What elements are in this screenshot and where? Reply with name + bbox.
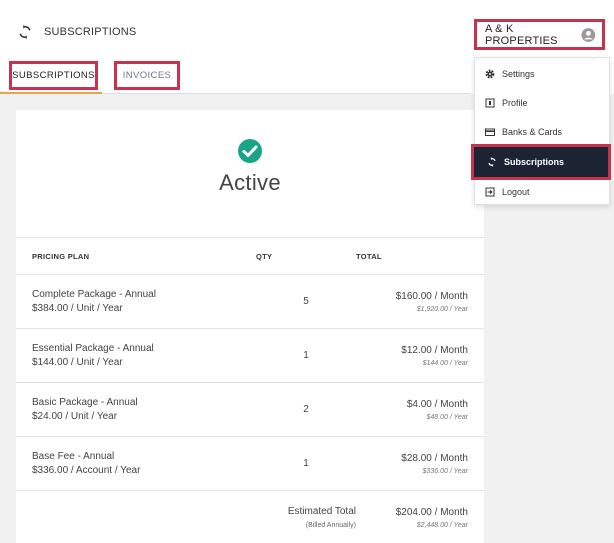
- yearly-total: $1,920.00 / Year: [416, 305, 468, 313]
- total-cell: $12.00 / Month $144.00 / Year: [356, 328, 484, 383]
- account-name: A & K PROPERTIES: [485, 22, 558, 47]
- menu-item-label: Subscriptions: [504, 157, 565, 167]
- pricing-table: PRICING PLAN QTY TOTAL Complete Package …: [16, 237, 484, 543]
- card-icon: [485, 128, 495, 136]
- plan-cell: Complete Package - Annual $384.00 / Unit…: [16, 274, 256, 329]
- yearly-total: $48.00 / Year: [426, 413, 468, 421]
- column-header-qty: QTY: [256, 237, 356, 275]
- table-row: Base Fee - Annual $336.00 / Account / Ye…: [16, 436, 484, 491]
- monthly-total: $12.00 / Month: [401, 344, 468, 356]
- menu-item-settings[interactable]: Settings: [475, 63, 611, 85]
- table-row: Essential Package - Annual $144.00 / Uni…: [16, 328, 484, 383]
- qty-cell: 1: [256, 436, 356, 491]
- total-cell: $160.00 / Month $1,920.00 / Year: [356, 274, 484, 329]
- monthly-total: $28.00 / Month: [401, 452, 468, 464]
- billing-note: (Billed Annually): [305, 522, 356, 529]
- menu-item-label: Settings: [502, 69, 535, 79]
- plan-unit-price: $384.00 / Unit / Year: [32, 303, 123, 314]
- menu-item-profile[interactable]: Profile: [475, 92, 611, 114]
- monthly-total: $160.00 / Month: [395, 290, 468, 302]
- plan-unit-price: $336.00 / Account / Year: [32, 465, 141, 476]
- qty-cell: 2: [256, 382, 356, 437]
- menu-item-logout[interactable]: Logout: [475, 181, 611, 203]
- estimated-yearly-total: $2,448.00 / Year: [416, 521, 468, 529]
- gear-icon: [485, 69, 495, 79]
- check-circle-icon: [238, 139, 262, 163]
- profile-icon: [485, 98, 495, 108]
- subscription-card: Active PRICING PLAN QTY TOTAL Complete P…: [16, 110, 484, 543]
- account-menu-button[interactable]: A & K PROPERTIES: [474, 19, 605, 50]
- user-avatar-icon: [581, 27, 596, 42]
- plan-unit-price: $24.00 / Unit / Year: [32, 411, 118, 422]
- tab-subscriptions[interactable]: SUBSCRIPTIONS: [9, 61, 98, 90]
- menu-item-label: Profile: [502, 98, 528, 108]
- status-label: Active: [219, 170, 281, 195]
- qty-cell: 5: [256, 274, 356, 329]
- table-row: Complete Package - Annual $384.00 / Unit…: [16, 274, 484, 329]
- plan-unit-price: $144.00 / Unit / Year: [32, 357, 123, 368]
- total-cell: $4.00 / Month $48.00 / Year: [356, 382, 484, 437]
- plan-name: Complete Package - Annual: [32, 289, 156, 300]
- plan-cell: Essential Package - Annual $144.00 / Uni…: [16, 328, 256, 383]
- tab-bar: SUBSCRIPTIONS INVOICES: [0, 58, 470, 94]
- menu-item-banks-cards[interactable]: Banks & Cards: [475, 121, 611, 143]
- estimate-total-cell: $204.00 / Month $2,448.00 / Year: [356, 490, 484, 543]
- plan-name: Basic Package - Annual: [32, 397, 138, 408]
- qty-cell: 1: [256, 328, 356, 383]
- estimated-total-label: Estimated Total: [287, 506, 356, 517]
- total-cell: $28.00 / Month $336.00 / Year: [356, 436, 484, 491]
- yearly-total: $336.00 / Year: [422, 467, 468, 475]
- plan-cell: Base Fee - Annual $336.00 / Account / Ye…: [16, 436, 256, 491]
- column-header-plan: PRICING PLAN: [16, 237, 256, 275]
- account-dropdown-menu: Settings Profile Banks & Cards Subscript…: [471, 57, 611, 205]
- yearly-total: $144.00 / Year: [422, 359, 468, 367]
- column-header-total: TOTAL: [356, 237, 484, 275]
- sync-icon: [488, 157, 496, 167]
- menu-item-label: Banks & Cards: [502, 127, 563, 137]
- monthly-total: $4.00 / Month: [406, 398, 468, 410]
- estimate-label-cell: Estimated Total (Billed Annually): [256, 490, 356, 543]
- estimated-total-row: Estimated Total (Billed Annually) $204.0…: [16, 490, 484, 543]
- plan-cell: Basic Package - Annual $24.00 / Unit / Y…: [16, 382, 256, 437]
- estimated-monthly-total: $204.00 / Month: [395, 506, 468, 518]
- plan-name: Base Fee - Annual: [32, 451, 115, 462]
- status-section: Active: [16, 138, 484, 196]
- empty-cell: [16, 490, 256, 543]
- sync-icon: [19, 25, 31, 39]
- menu-item-subscriptions[interactable]: Subscriptions: [471, 144, 611, 180]
- tab-invoices[interactable]: INVOICES: [114, 61, 180, 90]
- plan-name: Essential Package - Annual: [32, 343, 154, 354]
- table-row: Basic Package - Annual $24.00 / Unit / Y…: [16, 382, 484, 437]
- top-bar: SUBSCRIPTIONS A & K PROPERTIES: [0, 0, 614, 62]
- page-header: SUBSCRIPTIONS: [18, 24, 136, 40]
- table-header-row: PRICING PLAN QTY TOTAL: [16, 237, 484, 275]
- logout-icon: [485, 187, 495, 197]
- page-title: SUBSCRIPTIONS: [44, 26, 137, 38]
- menu-item-label: Logout: [502, 187, 530, 197]
